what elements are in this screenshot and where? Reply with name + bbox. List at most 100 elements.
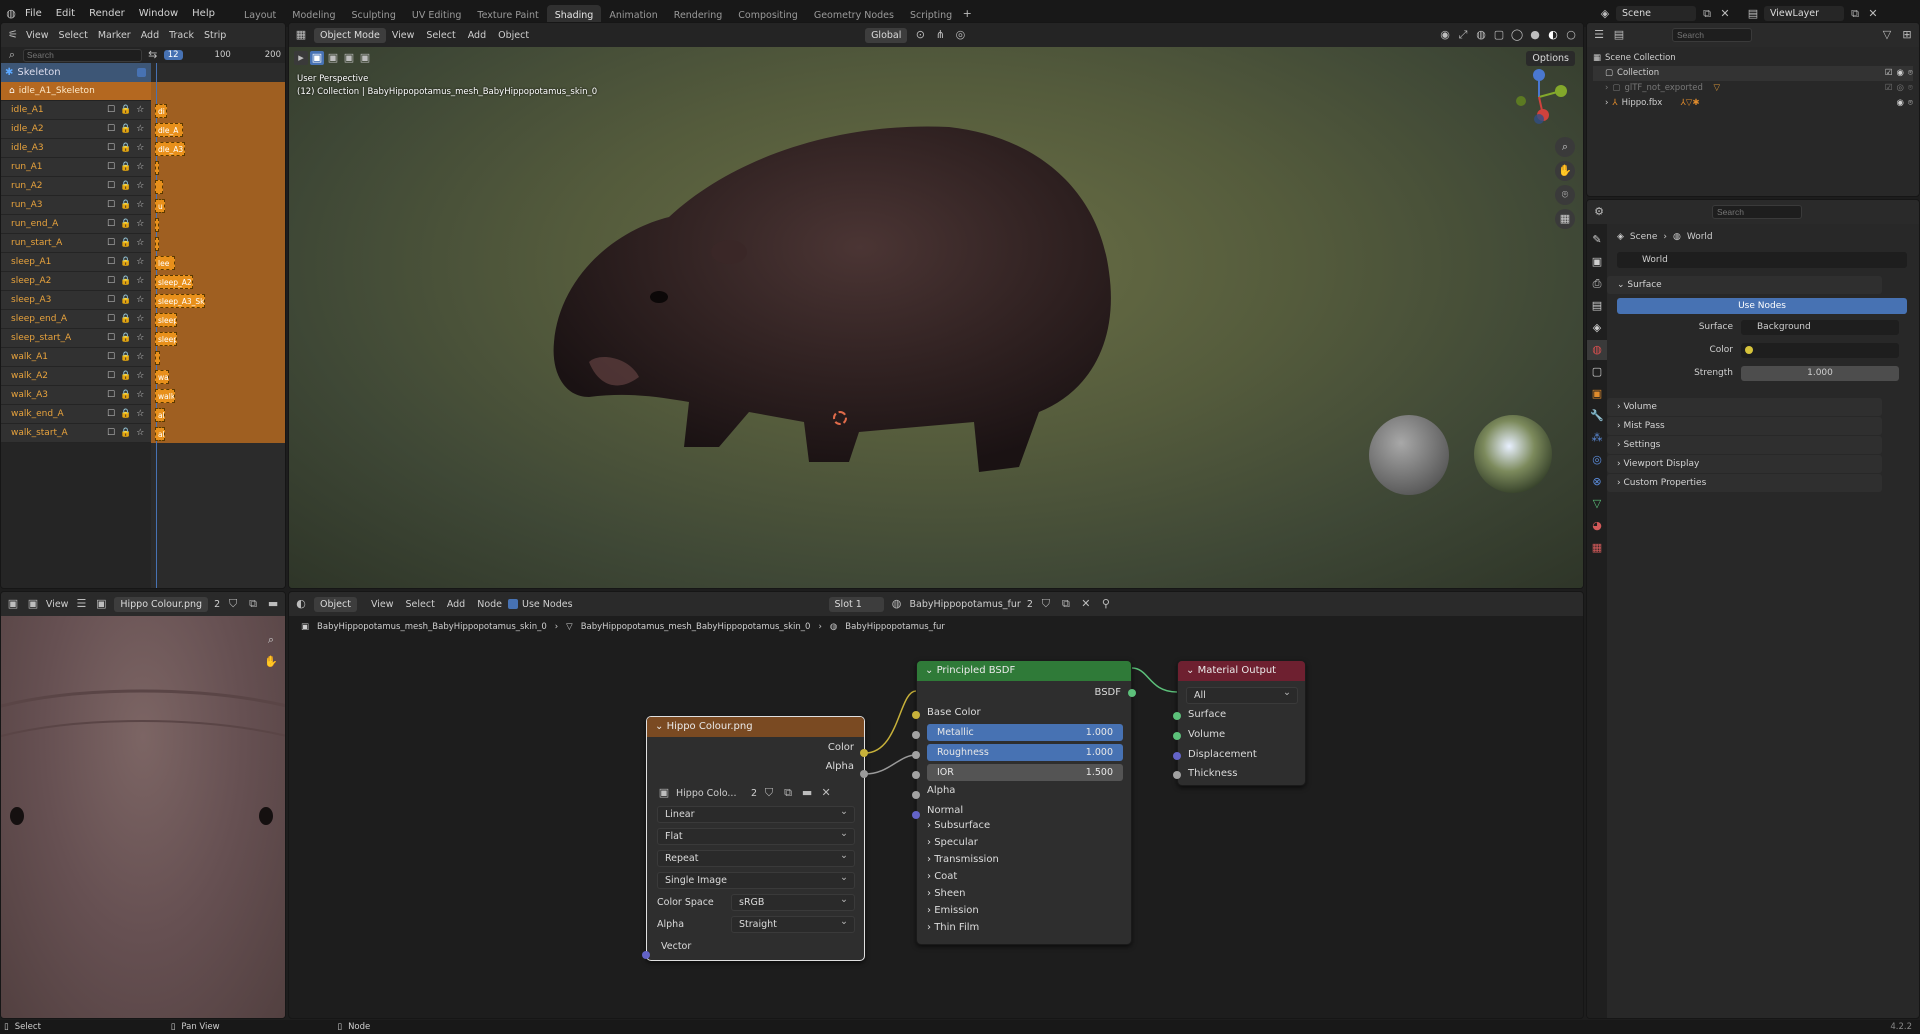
data-tab-icon[interactable]: ▽: [1587, 494, 1607, 514]
lock-icon[interactable]: 🔒: [120, 390, 131, 400]
snap-icon[interactable]: ⋔: [933, 28, 947, 42]
eye-icon[interactable]: ◎: [1896, 81, 1903, 96]
track-row[interactable]: sleep_A2 ☐ 🔒 ☆: [1, 272, 151, 291]
viewlayer-selector[interactable]: ViewLayer: [1764, 6, 1844, 21]
star-icon[interactable]: ☆: [136, 314, 144, 324]
swap-icon[interactable]: ⇆: [146, 48, 160, 62]
alpha-socket[interactable]: [912, 791, 920, 799]
duplicate-icon[interactable]: ⧉: [246, 597, 260, 611]
viewlayer-icon[interactable]: ▤: [1746, 7, 1760, 21]
image-mode-icon[interactable]: ▣: [26, 597, 40, 611]
star-icon[interactable]: ☆: [136, 219, 144, 229]
roughness-field[interactable]: Roughness 1.000: [927, 744, 1123, 761]
properties-section[interactable]: › Custom Properties: [1607, 474, 1882, 492]
star-icon[interactable]: ☆: [136, 162, 144, 172]
header-menu-item[interactable]: Add: [141, 30, 159, 41]
track-row[interactable]: sleep_start_A ☐ 🔒 ☆: [1, 329, 151, 348]
transform-orientation-dropdown[interactable]: Global: [865, 27, 908, 43]
grid-view-icon[interactable]: ▦: [1555, 209, 1575, 229]
users-count[interactable]: 2: [751, 788, 757, 799]
image-canvas[interactable]: ⌕ ✋: [1, 616, 285, 1018]
editor-type-icon[interactable]: ☰: [1592, 28, 1606, 42]
header-menu-item[interactable]: Select: [426, 30, 455, 41]
camera-icon[interactable]: ⌾: [1908, 81, 1913, 96]
select-subtract-icon[interactable]: ▣: [342, 51, 356, 65]
output-tab-icon[interactable]: ⎙: [1587, 274, 1607, 294]
shader-node-editor[interactable]: ◐ Object View Select Add Node Use Nodes Slo…: [288, 591, 1584, 1019]
target-dropdown[interactable]: All: [1186, 685, 1298, 704]
delete-viewlayer-icon[interactable]: ✕: [1866, 7, 1880, 21]
track-row[interactable]: sleep_end_A ☐ 🔒 ☆: [1, 310, 151, 329]
checkbox-icon[interactable]: ☐: [107, 200, 115, 210]
bsdf-panel-toggle[interactable]: › Emission: [927, 905, 979, 916]
track-row[interactable]: run_A2 ☐ 🔒 ☆: [1, 177, 151, 196]
action-strip[interactable]: [155, 161, 159, 175]
checkbox-icon[interactable]: ☐: [107, 371, 115, 381]
bsdf-panel-toggle[interactable]: › Sheen: [927, 888, 966, 899]
star-icon[interactable]: ☆: [136, 181, 144, 191]
expand-icon[interactable]: ›: [1605, 96, 1608, 111]
proportional-icon[interactable]: ◎: [953, 28, 967, 42]
star-icon[interactable]: ☆: [136, 257, 144, 267]
action-strip[interactable]: sleep_A3_Ske: [155, 294, 205, 308]
zoom-icon[interactable]: ⌕: [1555, 137, 1575, 157]
outliner-search-input[interactable]: [1672, 28, 1752, 42]
xray-icon[interactable]: ▢: [1492, 28, 1506, 42]
action-strip[interactable]: sleep_A2: [155, 275, 193, 289]
lock-icon[interactable]: 🔒: [120, 181, 131, 191]
select-extend-icon[interactable]: ▣: [326, 51, 340, 65]
checkbox-icon[interactable]: ☐: [107, 295, 115, 305]
action-strip[interactable]: [155, 351, 160, 365]
action-strip[interactable]: dle_A: [155, 123, 183, 137]
checkbox-icon[interactable]: ☐: [107, 181, 115, 191]
visibility-icon[interactable]: ◉: [1438, 28, 1452, 42]
pan-hand-icon[interactable]: ✋: [1555, 161, 1575, 181]
properties-search-input[interactable]: [1712, 205, 1802, 219]
action-strip[interactable]: [155, 180, 163, 194]
world-tab-icon[interactable]: ◍: [1587, 340, 1607, 360]
action-strip[interactable]: wa: [155, 370, 169, 384]
track-row[interactable]: idle_A2 ☐ 🔒 ☆: [1, 120, 151, 139]
checkbox-icon[interactable]: ☐: [107, 143, 115, 153]
camera-icon[interactable]: ⌾: [1908, 66, 1913, 81]
track-row[interactable]: run_start_A ☐ 🔒 ☆: [1, 234, 151, 253]
star-icon[interactable]: ☆: [136, 352, 144, 362]
checkbox-icon[interactable]: ☐: [107, 257, 115, 267]
star-icon[interactable]: ☆: [136, 105, 144, 115]
view-layer-tab-icon[interactable]: ▤: [1587, 296, 1607, 316]
pivot-icon[interactable]: ⊙: [913, 28, 927, 42]
checkbox-icon[interactable]: ☐: [107, 352, 115, 362]
3d-viewport[interactable]: ▦ Object Mode View Select Add Object Global…: [288, 22, 1584, 589]
lock-icon[interactable]: 🔒: [120, 409, 131, 419]
collection-tab-icon[interactable]: ▢: [1587, 362, 1607, 382]
star-icon[interactable]: ☆: [136, 276, 144, 286]
checkbox-icon[interactable]: ☐: [107, 219, 115, 229]
action-strip[interactable]: [155, 218, 159, 232]
properties-section[interactable]: › Volume: [1607, 398, 1882, 416]
collapse-icon[interactable]: ⌄: [1186, 665, 1198, 676]
action-row[interactable]: ⌂ idle_A1_Skeleton: [1, 82, 151, 101]
lock-icon[interactable]: 🔒: [120, 257, 131, 267]
rendered-shading-icon[interactable]: ○: [1564, 28, 1578, 42]
delete-scene-icon[interactable]: ✕: [1718, 7, 1732, 21]
checkbox-icon[interactable]: ☐: [107, 428, 115, 438]
editor-type-icon[interactable]: ⚙: [1592, 205, 1606, 219]
new-scene-icon[interactable]: ⧉: [1700, 7, 1714, 21]
texture-tab-icon[interactable]: ▦: [1587, 538, 1607, 558]
filter-icon[interactable]: ▽: [1880, 28, 1894, 42]
scene-icon[interactable]: ◈: [1598, 7, 1612, 21]
scene-selector[interactable]: Scene: [1616, 6, 1696, 21]
editor-type-icon[interactable]: ▦: [294, 28, 308, 42]
strength-field[interactable]: 1.000: [1741, 366, 1899, 381]
current-frame-indicator[interactable]: 12: [163, 50, 183, 60]
action-strip[interactable]: sleep: [155, 332, 177, 346]
3d-cursor[interactable]: [833, 411, 847, 425]
volume-input-socket[interactable]: [1173, 732, 1181, 740]
material-output-node[interactable]: ⌄ Material Output All Surface Volume Dis…: [1177, 660, 1306, 786]
roughness-socket[interactable]: [912, 751, 920, 759]
new-collection-icon[interactable]: ⊞: [1900, 28, 1914, 42]
color-output-socket[interactable]: [860, 749, 868, 757]
lock-icon[interactable]: 🔒: [120, 295, 131, 305]
image-texture-node[interactable]: ⌄ Hippo Colour.png Color Alpha ▣ Hippo C…: [646, 716, 865, 961]
overlay-icon[interactable]: ◍: [1474, 28, 1488, 42]
